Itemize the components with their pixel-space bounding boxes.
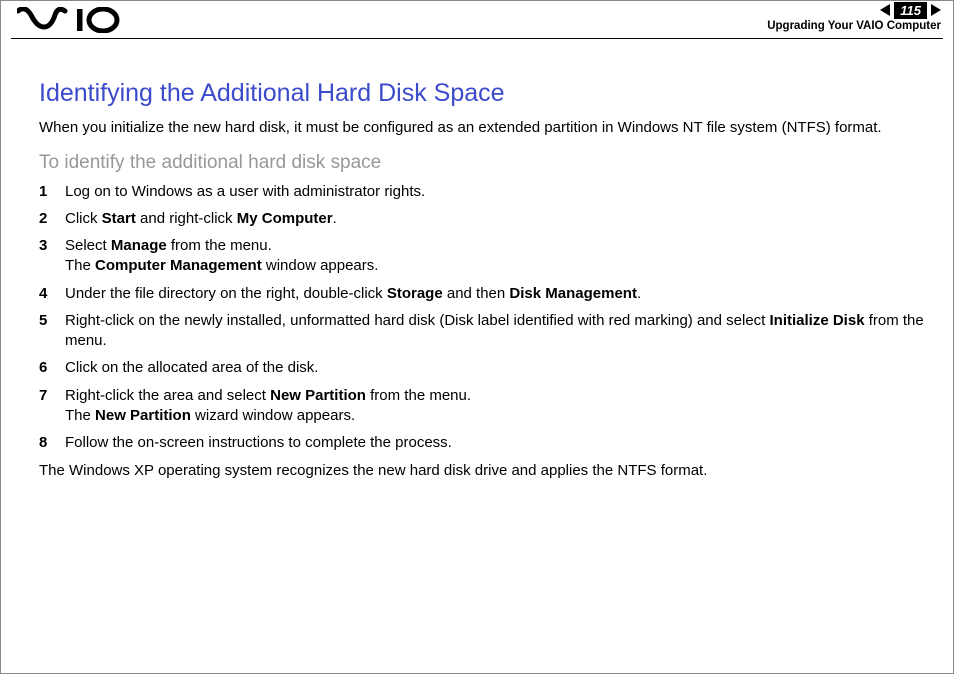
step-text: Right-click the area and select New Part… [65,386,928,427]
step-text: Right-click on the newly installed, unfo… [65,311,928,352]
step-number: 7 [39,386,65,427]
step-text: Click on the allocated area of the disk. [65,358,928,378]
step-number: 5 [39,311,65,352]
step-number: 1 [39,182,65,202]
step-text: Click Start and right-click My Computer. [65,209,928,229]
step-item: 8Follow the on-screen instructions to co… [39,433,928,453]
page-number: 115 [894,2,927,19]
step-item: 1Log on to Windows as a user with admini… [39,182,928,202]
page-nav: 115 Upgrading Your VAIO Computer [767,1,941,34]
steps-list: 1Log on to Windows as a user with admini… [39,182,928,454]
step-text: Follow the on-screen instructions to com… [65,433,928,453]
page-content: Identifying the Additional Hard Disk Spa… [1,39,953,502]
next-page-arrow-icon[interactable] [931,4,941,16]
step-number: 8 [39,433,65,453]
prev-page-arrow-icon[interactable] [880,4,890,16]
vaio-logo [17,7,127,33]
breadcrumb: Upgrading Your VAIO Computer [767,19,941,34]
step-item: 7Right-click the area and select New Par… [39,386,928,427]
step-text: Under the file directory on the right, d… [65,284,928,304]
closing-paragraph: The Windows XP operating system recogniz… [39,461,928,481]
step-item: 3Select Manage from the menu.The Compute… [39,236,928,277]
step-item: 6Click on the allocated area of the disk… [39,358,928,378]
step-number: 6 [39,358,65,378]
step-number: 2 [39,209,65,229]
step-number: 3 [39,236,65,277]
step-item: 2Click Start and right-click My Computer… [39,209,928,229]
step-text: Log on to Windows as a user with adminis… [65,182,928,202]
page-header: 115 Upgrading Your VAIO Computer [11,1,943,39]
subheading: To identify the additional hard disk spa… [39,152,928,174]
step-item: 4Under the file directory on the right, … [39,284,928,304]
section-title: Identifying the Additional Hard Disk Spa… [39,79,928,108]
step-text: Select Manage from the menu.The Computer… [65,236,928,277]
intro-paragraph: When you initialize the new hard disk, i… [39,118,928,138]
step-number: 4 [39,284,65,304]
step-item: 5Right-click on the newly installed, unf… [39,311,928,352]
